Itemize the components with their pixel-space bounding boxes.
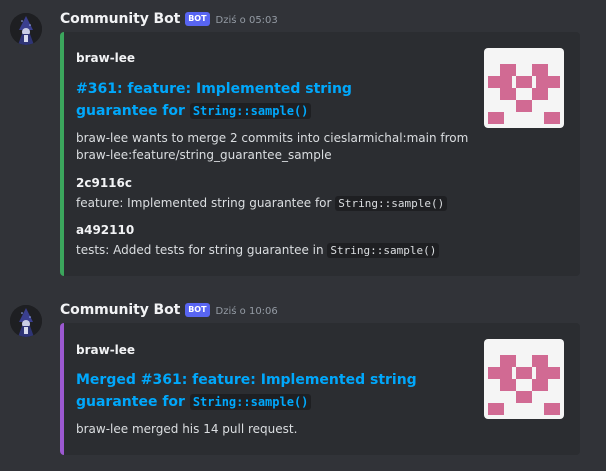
wizard-avatar-icon xyxy=(10,13,42,45)
commit-hash: 2c9116c xyxy=(76,176,132,190)
bot-avatar[interactable] xyxy=(10,13,42,45)
timestamp[interactable]: Dziś o 05:03 xyxy=(216,15,278,26)
embed-title-link[interactable]: #361: feature: Implemented string guaran… xyxy=(76,78,436,122)
pink-identicon xyxy=(488,355,560,415)
bot-badge: BOT xyxy=(185,12,210,26)
embed-description: braw-lee wants to merge 2 commits into c… xyxy=(76,130,476,164)
commit-message-code: String::sample() xyxy=(327,243,440,258)
username[interactable]: Community Bot xyxy=(60,11,180,27)
commit-message: tests: Added tests for string guarantee … xyxy=(76,242,476,259)
description-line: braw-lee wants to merge 2 commits into c… xyxy=(76,131,469,145)
pink-identicon xyxy=(488,64,560,124)
embed-card: braw-lee #361: feature: Implemented stri… xyxy=(60,32,580,276)
description-line: braw-lee:feature/string_guarantee_sample xyxy=(76,148,332,162)
commit-message-text: feature: Implemented string guarantee fo… xyxy=(76,196,336,210)
embed-title-link[interactable]: Merged #361: feature: Implemented string… xyxy=(76,369,436,413)
embed-title-text[interactable]: for xyxy=(162,394,185,410)
commit-message-code: String::sample() xyxy=(335,196,448,211)
embed-thumbnail[interactable] xyxy=(484,48,564,128)
commit-message-text: tests: Added tests for string guarantee … xyxy=(76,243,328,257)
username[interactable]: Community Bot xyxy=(60,302,180,318)
embed-title-code[interactable]: String::sample() xyxy=(189,103,312,119)
embed-author[interactable]: braw-lee xyxy=(76,51,135,65)
embed-title-code[interactable]: String::sample() xyxy=(189,394,312,410)
timestamp[interactable]: Dziś o 10:06 xyxy=(216,306,278,317)
embed-author[interactable]: braw-lee xyxy=(76,343,135,357)
bot-badge: BOT xyxy=(185,303,210,317)
embed-card: braw-lee Merged #361: feature: Implement… xyxy=(60,323,580,455)
embed-thumbnail[interactable] xyxy=(484,339,564,419)
commit-message: feature: Implemented string guarantee fo… xyxy=(76,195,476,212)
wizard-avatar-icon xyxy=(10,305,42,337)
bot-avatar[interactable] xyxy=(10,305,42,337)
embed-description: braw-lee merged his 14 pull request. xyxy=(76,422,298,436)
commit-hash: a492110 xyxy=(76,223,135,237)
